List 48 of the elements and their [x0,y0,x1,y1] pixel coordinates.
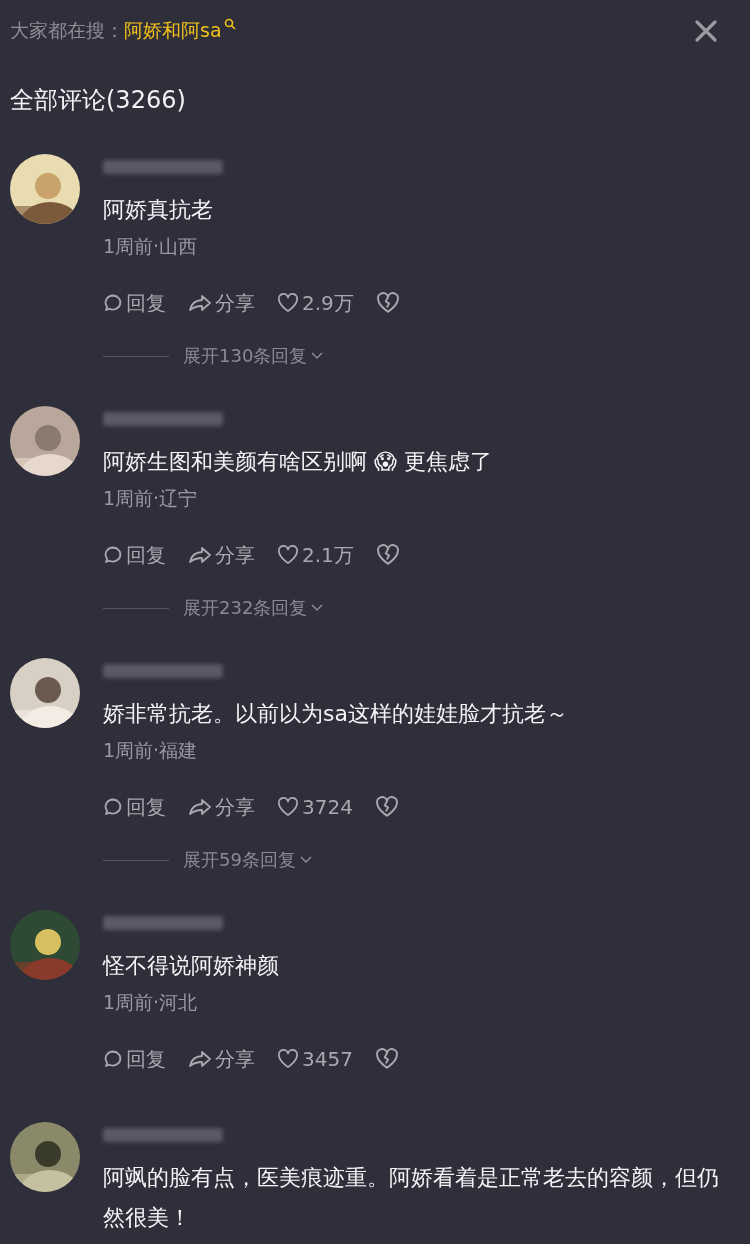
reply-button[interactable]: 回复 [103,1045,166,1073]
comment-time-location: 1周前·山西 [103,234,199,259]
comment-text: 怪不得说阿娇神颜 [103,952,280,980]
share-arrow-icon [188,1049,212,1069]
chevron-down-icon [298,855,313,865]
share-button[interactable]: 分享 [188,289,255,317]
search-icon [223,18,236,30]
expand-replies-link[interactable]: 展开59条回复 [183,848,313,872]
share-button[interactable]: 分享 [188,1045,255,1073]
chevron-down-icon [310,351,325,361]
comment-text: 阿娇生图和美颜有啥区别啊 😱 更焦虑了 [103,448,493,476]
broken-heart-icon[interactable] [375,544,400,566]
comments-heading: 全部评论(3266) [9,85,187,116]
heart-icon [277,545,299,565]
share-arrow-icon [188,545,212,565]
share-arrow-icon [188,797,212,817]
chevron-down-icon [310,603,325,613]
close-icon[interactable] [694,19,718,43]
speech-bubble-icon [103,797,123,817]
speech-bubble-icon [103,1049,123,1069]
comment-text: 阿娇真抗老 [103,196,214,224]
broken-heart-icon[interactable] [374,796,399,818]
comment-time-location: 1周前·河北 [103,990,199,1015]
expand-replies-link[interactable]: 展开232条回复 [183,596,325,620]
heart-icon [277,1049,299,1069]
like-button[interactable]: 3457 [277,1047,353,1071]
heart-icon [277,293,299,313]
like-button[interactable]: 2.1万 [277,541,354,569]
broken-heart-icon[interactable] [375,292,400,314]
comment-time-location: 1周前·辽宁 [103,486,199,511]
like-button[interactable]: 2.9万 [277,289,354,317]
reply-button[interactable]: 回复 [103,289,166,317]
heart-icon [277,797,299,817]
reply-button[interactable]: 回复 [103,793,166,821]
trending-search-link[interactable]: 阿娇和阿sa [124,18,222,44]
share-arrow-icon [188,293,212,313]
share-button[interactable]: 分享 [188,541,255,569]
expand-replies-link[interactable]: 展开130条回复 [183,344,325,368]
comment-text: 阿飒的脸有点，医美痕迹重。阿娇看着是正常老去的容颜，但仍然很美！ [103,1164,720,1232]
reply-button[interactable]: 回复 [103,541,166,569]
search-label: 大家都在搜： [10,18,124,43]
speech-bubble-icon [103,293,123,313]
share-button[interactable]: 分享 [188,793,255,821]
like-button[interactable]: 3724 [277,795,353,819]
comment-text: 娇非常抗老。以前以为sa这样的娃娃脸才抗老～ [103,700,569,728]
speech-bubble-icon [103,545,123,565]
comment-time-location: 1周前·福建 [103,738,199,763]
broken-heart-icon[interactable] [374,1048,399,1070]
